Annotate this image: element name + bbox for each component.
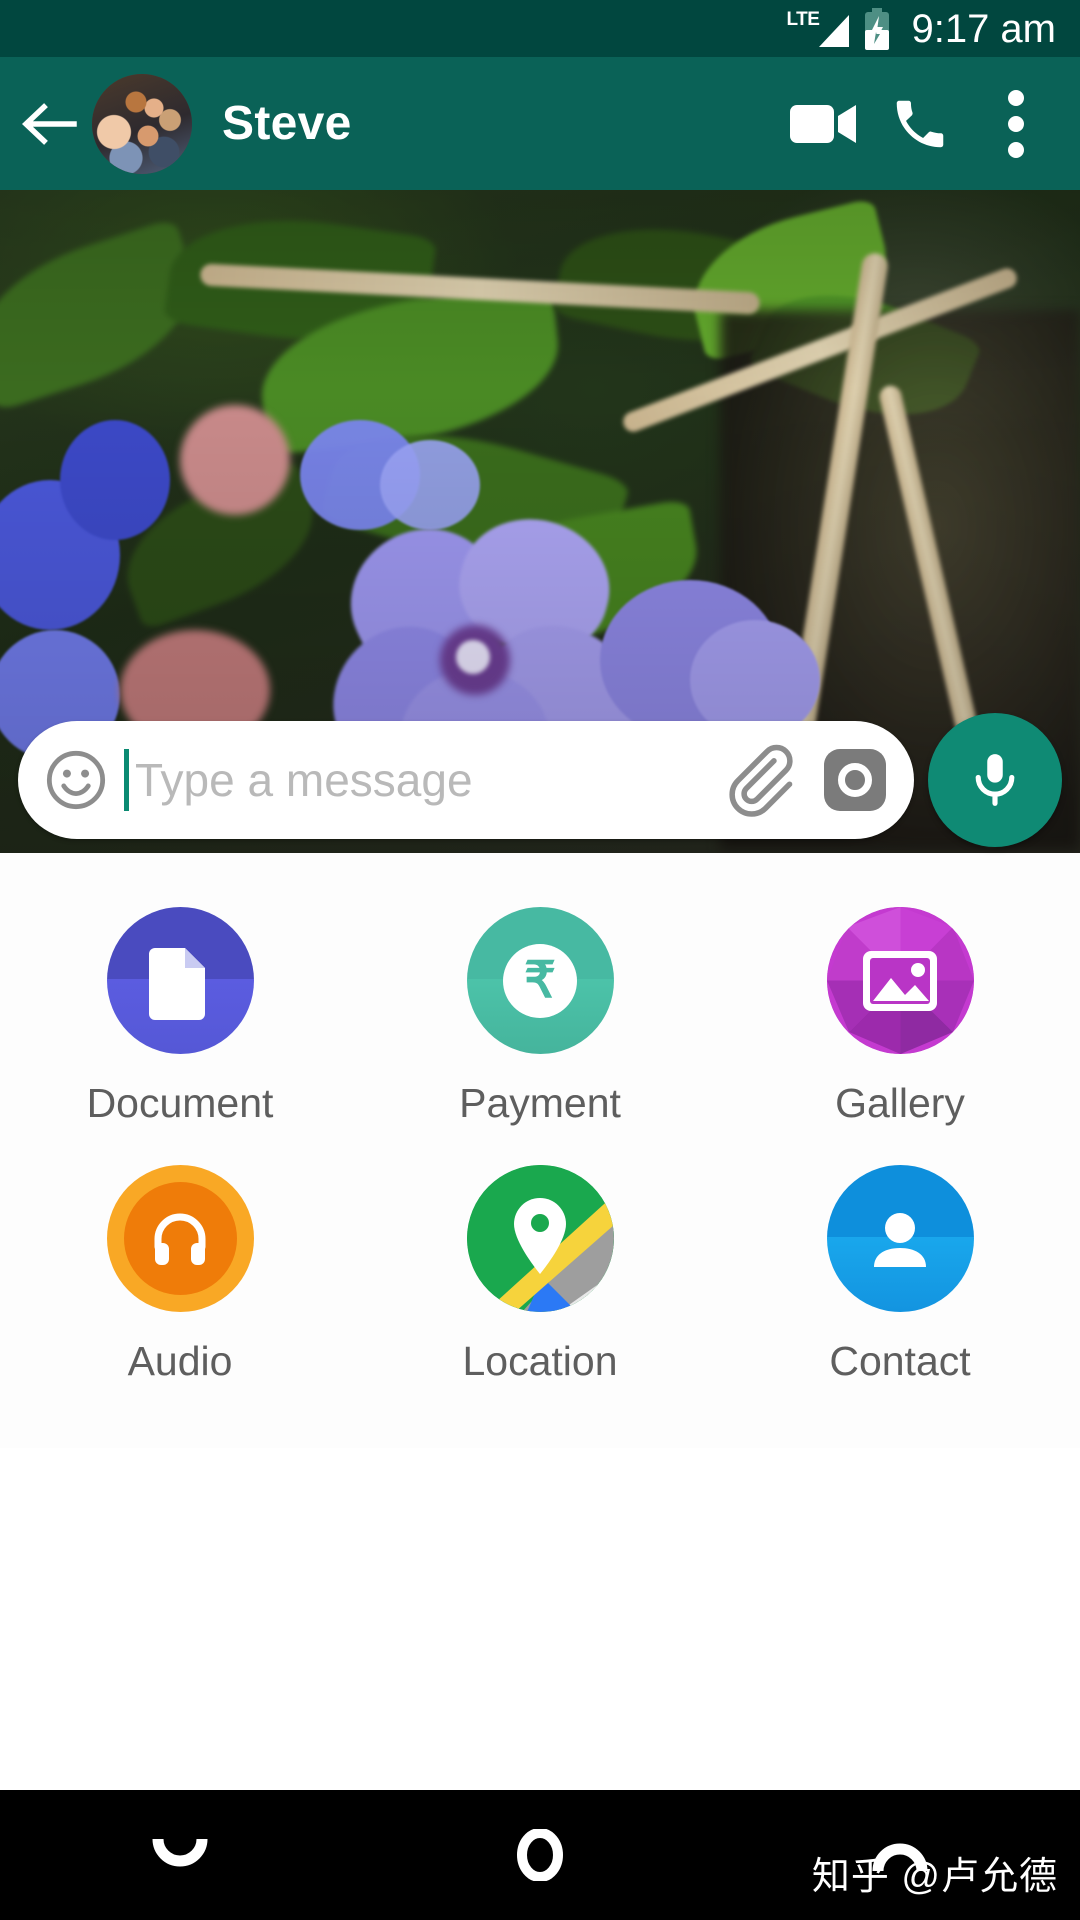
- page-title: Steve: [222, 97, 352, 150]
- status-clock: 9:17 am: [911, 6, 1056, 51]
- microphone-icon[interactable]: [928, 712, 1062, 847]
- back-arrow-icon[interactable]: [18, 93, 80, 155]
- signal-triangle-icon: [819, 14, 850, 47]
- message-input-placeholder[interactable]: Type a message: [135, 753, 720, 807]
- attachment-option-audio[interactable]: Audio: [0, 1165, 360, 1385]
- attachment-label: Payment: [459, 1080, 621, 1126]
- rupee-payment-icon: ₹: [466, 907, 614, 1054]
- phone-screen: LTE 9:17 am Steve Type a message Documen…: [0, 0, 1080, 1920]
- status-bar: LTE 9:17 am: [0, 0, 1080, 57]
- watermark: 知乎 @卢允德: [811, 1856, 1058, 1898]
- app-bar-actions: [776, 76, 1064, 172]
- emoji-smiley-icon[interactable]: [44, 748, 108, 812]
- message-composer: Type a message: [0, 712, 1080, 847]
- attachment-panel: Document ₹ Payment Gallery Audio Locatio…: [0, 853, 1080, 1448]
- attachment-label: Document: [86, 1080, 274, 1126]
- map-pin-icon: [466, 1165, 614, 1312]
- headphones-icon: [106, 1165, 254, 1312]
- attachment-option-payment[interactable]: ₹ Payment: [360, 907, 720, 1127]
- message-input-pill[interactable]: Type a message: [18, 720, 914, 839]
- attachment-option-gallery[interactable]: Gallery: [720, 907, 1080, 1127]
- rupee-symbol: ₹: [524, 951, 556, 1008]
- avatar[interactable]: [92, 73, 192, 174]
- voice-call-icon[interactable]: [872, 76, 968, 172]
- battery-charging-icon: [865, 7, 890, 50]
- paperclip-icon[interactable]: [720, 741, 798, 819]
- network-indicator: LTE: [786, 7, 851, 51]
- attachment-grid: Document ₹ Payment Gallery Audio Locatio…: [0, 907, 1080, 1385]
- app-bar: Steve: [0, 57, 1080, 190]
- attachment-option-contact[interactable]: Contact: [720, 1165, 1080, 1385]
- document-icon: [106, 907, 254, 1054]
- video-call-icon[interactable]: [776, 76, 872, 172]
- overflow-menu-icon[interactable]: [968, 76, 1064, 172]
- camera-icon[interactable]: [824, 748, 886, 811]
- nav-back-icon[interactable]: [90, 1790, 270, 1920]
- nav-home-icon[interactable]: [450, 1790, 630, 1920]
- gallery-image-icon: [826, 907, 974, 1054]
- attachment-label: Audio: [127, 1338, 233, 1384]
- text-cursor: [124, 748, 129, 811]
- attachment-option-location[interactable]: Location: [360, 1165, 720, 1385]
- attachment-label: Gallery: [835, 1080, 965, 1126]
- attachment-label: Contact: [829, 1338, 971, 1384]
- attachment-label: Location: [462, 1338, 618, 1384]
- attachment-option-document[interactable]: Document: [0, 907, 360, 1127]
- person-icon: [826, 1165, 974, 1312]
